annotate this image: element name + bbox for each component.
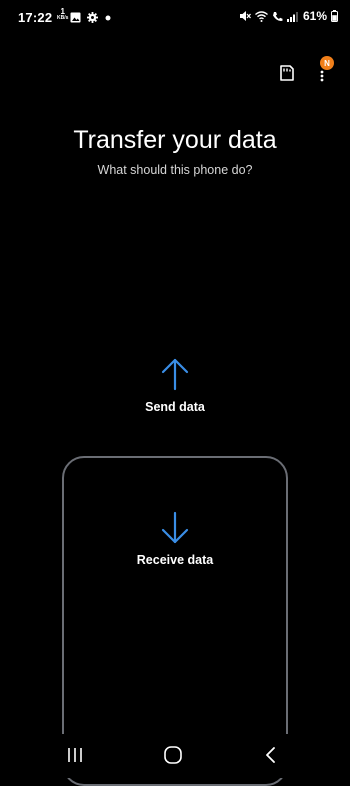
wifi-icon <box>255 10 268 22</box>
recents-icon[interactable] <box>66 747 84 763</box>
status-icons-left <box>70 12 112 23</box>
mute-icon <box>239 11 251 21</box>
battery-percent: 61% <box>302 9 327 23</box>
net-speed-indicator: 1 KB/s <box>57 8 69 22</box>
home-icon[interactable] <box>163 746 183 764</box>
send-data-label: Send data <box>145 400 205 414</box>
page-title: Transfer your data <box>73 126 277 154</box>
receive-data-label: Receive data <box>136 553 214 567</box>
call-signal-icon <box>272 11 283 21</box>
arrow-down-icon <box>161 511 189 544</box>
arrow-up-icon <box>161 358 189 391</box>
signal-icon <box>286 11 298 22</box>
battery-icon <box>331 10 338 22</box>
sd-card-button[interactable] <box>276 62 298 84</box>
status-time: 17:22 <box>18 10 53 25</box>
back-icon[interactable] <box>264 746 278 764</box>
status-icons-right: 61% <box>239 9 338 23</box>
image-icon <box>70 12 81 23</box>
page-subtitle: What should this phone do? <box>97 163 253 177</box>
sd-card-icon <box>280 65 294 81</box>
gear-icon <box>87 12 98 23</box>
dot-icon <box>105 15 111 20</box>
net-speed-unit: KB/s <box>57 15 69 21</box>
notification-badge: N <box>320 56 334 70</box>
